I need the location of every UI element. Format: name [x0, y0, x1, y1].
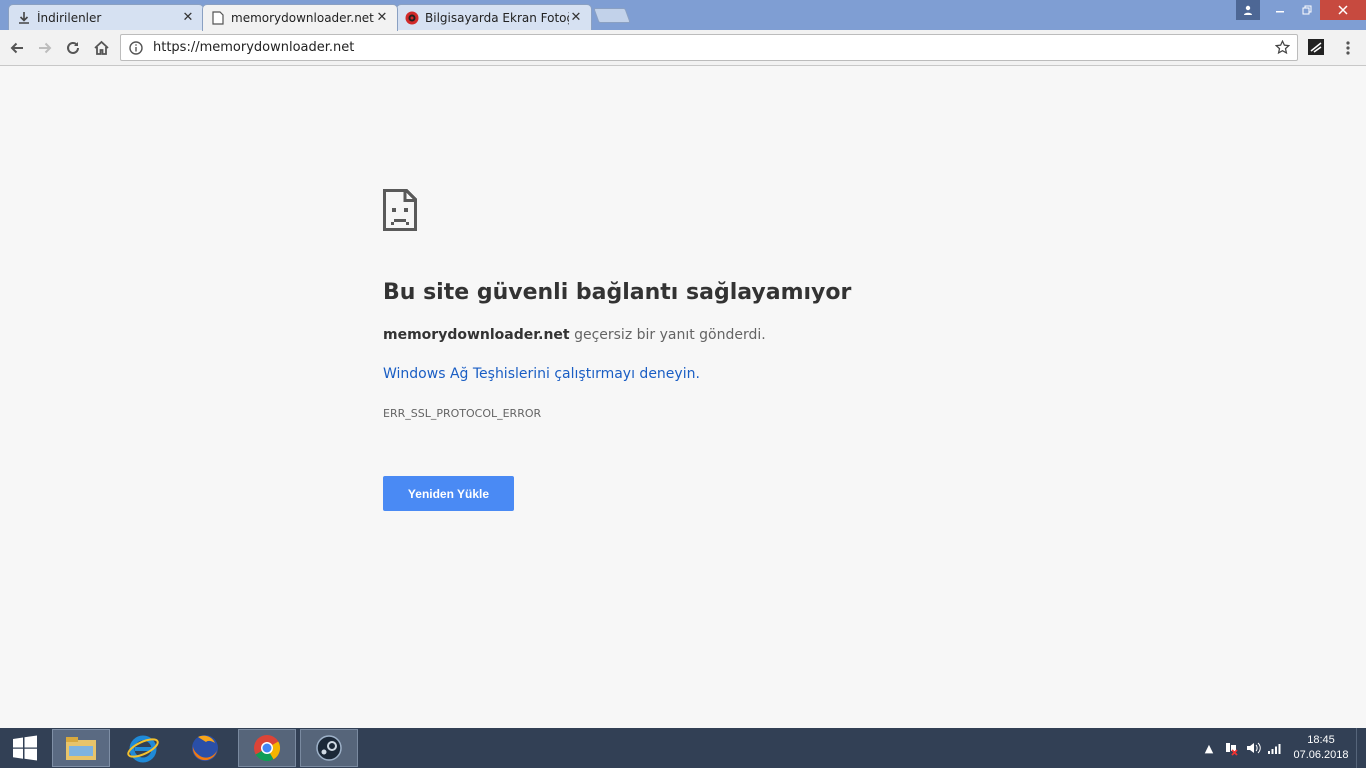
- page-icon: [211, 11, 225, 25]
- address-bar[interactable]: https://memorydownloader.net: [120, 34, 1298, 61]
- user-icon[interactable]: [1236, 0, 1260, 20]
- home-icon[interactable]: [90, 37, 112, 59]
- error-heading: Bu site güvenli bağlantı sağlayamıyor: [383, 280, 852, 305]
- clock[interactable]: 18:45 07.06.2018: [1286, 733, 1356, 763]
- bookmark-star-icon[interactable]: [1271, 37, 1293, 59]
- download-icon: [17, 11, 31, 25]
- error-summary: memorydownloader.net geçersiz bir yanıt …: [383, 327, 766, 343]
- tab-title: İndirilenler: [37, 11, 102, 25]
- forward-icon[interactable]: [34, 37, 56, 59]
- reload-button[interactable]: Yeniden Yükle: [383, 476, 514, 511]
- new-tab-button[interactable]: [593, 8, 631, 23]
- info-icon[interactable]: [127, 39, 145, 57]
- menu-icon[interactable]: [1338, 37, 1358, 59]
- url-text[interactable]: https://memorydownloader.net: [153, 40, 1271, 55]
- extension-icon[interactable]: [1306, 37, 1326, 57]
- error-code: ERR_SSL_PROTOCOL_ERROR: [383, 407, 542, 420]
- close-window-button[interactable]: [1320, 0, 1366, 20]
- close-icon[interactable]: ✕: [181, 11, 195, 25]
- close-icon[interactable]: ✕: [375, 11, 389, 25]
- error-summary-text: geçersiz bir yanıt gönderdi.: [569, 327, 766, 343]
- clock-date: 07.06.2018: [1293, 749, 1349, 761]
- firefox-icon[interactable]: [176, 729, 234, 767]
- browser-toolbar: https://memorydownloader.net: [0, 30, 1366, 66]
- window-controls: [1236, 0, 1366, 20]
- system-tray: ▲ 18:45 07.06.2018: [1198, 728, 1366, 768]
- windows-start-icon[interactable]: [0, 728, 50, 768]
- tab-memorydownloader[interactable]: memorydownloader.net ✕: [202, 4, 398, 31]
- file-explorer-icon[interactable]: [52, 729, 110, 767]
- chrome-icon[interactable]: [238, 729, 296, 767]
- signal-strength-icon[interactable]: [1264, 737, 1286, 759]
- steam-icon[interactable]: [300, 729, 358, 767]
- site-favicon-icon: [405, 11, 419, 25]
- tab-title: Bilgisayarda Ekran Fotoğ: [425, 11, 569, 25]
- tab-downloads[interactable]: İndirilenler ✕: [8, 4, 204, 31]
- tab-bilgisayarda[interactable]: Bilgisayarda Ekran Fotoğ ✕: [396, 4, 592, 31]
- minimize-button[interactable]: [1266, 0, 1293, 20]
- volume-icon[interactable]: [1242, 737, 1264, 759]
- sad-page-icon: [383, 189, 417, 231]
- taskbar: ▲ 18:45 07.06.2018: [0, 728, 1366, 768]
- network-disconnected-icon[interactable]: [1220, 737, 1242, 759]
- show-hidden-icons-icon[interactable]: ▲: [1198, 737, 1220, 759]
- clock-time: 18:45: [1307, 734, 1335, 746]
- tab-strip: İndirilenler ✕ memorydownloader.net ✕ Bi…: [0, 0, 1366, 31]
- reload-icon[interactable]: [62, 37, 84, 59]
- restore-button[interactable]: [1293, 0, 1320, 20]
- show-desktop-button[interactable]: [1356, 728, 1366, 768]
- close-icon[interactable]: ✕: [569, 11, 583, 25]
- tab-title: memorydownloader.net: [231, 11, 374, 25]
- network-diagnostics-link[interactable]: Windows Ağ Teşhislerini çalıştırmayı den…: [383, 366, 700, 382]
- error-host: memorydownloader.net: [383, 327, 570, 343]
- internet-explorer-icon[interactable]: [114, 729, 172, 767]
- back-icon[interactable]: [6, 37, 28, 59]
